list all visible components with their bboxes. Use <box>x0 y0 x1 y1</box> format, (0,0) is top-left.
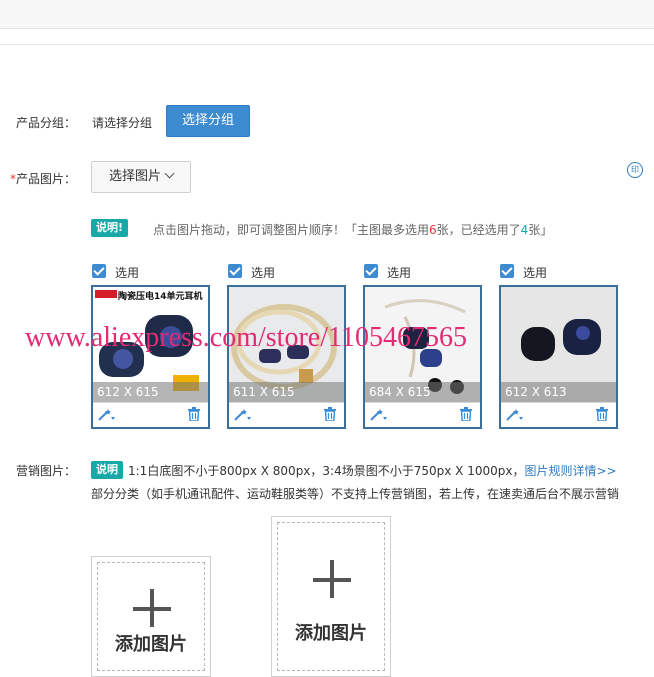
product-group-label: 产品分组： <box>16 116 77 130</box>
image-tools <box>501 402 616 428</box>
add-image-label: 添加图片 <box>295 623 367 644</box>
select-group-button[interactable]: 选择分组 <box>166 105 250 137</box>
image-tools <box>229 402 344 428</box>
add-image-button[interactable]: 添加图片 <box>271 516 391 677</box>
store-watermark: www.aliexpress.com/store/1105467565 <box>25 322 467 353</box>
image-order-hint: 点击图片拖动，即可调整图片顺序！「主图最多选用6张，已经选用了4张」 <box>153 223 553 237</box>
image-select-checkbox[interactable] <box>364 264 378 278</box>
image-select-label: 选用 <box>115 266 140 280</box>
marketing-images-label: 营销图片： <box>16 464 77 478</box>
product-image-4[interactable]: 612 X 613 <box>499 285 618 429</box>
trash-icon[interactable] <box>460 407 472 421</box>
plus-icon <box>150 589 154 627</box>
image-select-label: 选用 <box>523 266 548 280</box>
trash-icon[interactable] <box>188 407 200 421</box>
add-image-button[interactable]: 添加图片 <box>91 556 211 677</box>
top-bar <box>0 0 654 29</box>
product-images-label: *产品图片： <box>10 172 77 186</box>
magic-wand-icon[interactable] <box>233 408 253 422</box>
image-select-checkbox[interactable] <box>228 264 242 278</box>
chevron-down-icon <box>164 168 175 179</box>
magic-wand-icon[interactable] <box>369 408 389 422</box>
product-image-1[interactable]: 陶瓷压电14单元耳机 612 X 615 <box>91 285 210 429</box>
trash-icon[interactable] <box>596 407 608 421</box>
plus-icon <box>330 560 334 598</box>
magic-wand-icon[interactable] <box>505 408 525 422</box>
image-dimensions: 612 X 613 <box>501 382 616 402</box>
marketing-spec-text: 1:1白底图不小于800px X 800px，3:4场景图不小于750px X … <box>128 464 617 478</box>
ocr-icon[interactable]: 印 <box>627 162 643 178</box>
divider <box>0 44 654 45</box>
magic-wand-icon[interactable] <box>97 408 117 422</box>
image-tools <box>365 402 480 428</box>
product-image-2[interactable]: 611 X 615 <box>227 285 346 429</box>
image-select-label: 选用 <box>251 266 276 280</box>
image-banner-title: 陶瓷压电14单元耳机 <box>118 292 203 302</box>
image-select-checkbox[interactable] <box>500 264 514 278</box>
note-badge: 说明! <box>91 219 129 237</box>
trash-icon[interactable] <box>324 407 336 421</box>
image-dimensions: 611 X 615 <box>229 382 344 402</box>
image-dimensions: 684 X 615 <box>365 382 480 402</box>
add-image-label: 添加图片 <box>115 634 187 655</box>
image-select-label: 选用 <box>387 266 412 280</box>
image-dimensions: 612 X 615 <box>93 382 208 402</box>
image-tools <box>93 402 208 428</box>
image-rules-link[interactable]: 图片规则详情>> <box>524 464 616 478</box>
select-images-button[interactable]: 选择图片 <box>91 161 191 193</box>
marketing-note-badge: 说明 <box>91 461 123 479</box>
product-group-value: 请选择分组 <box>92 116 153 130</box>
marketing-restriction-text: 部分分类（如手机通讯配件、运动鞋服类等）不支持上传营销图，若上传，在速卖通后台不… <box>91 487 620 501</box>
image-select-checkbox[interactable] <box>92 264 106 278</box>
product-image-3[interactable]: 684 X 615 <box>363 285 482 429</box>
